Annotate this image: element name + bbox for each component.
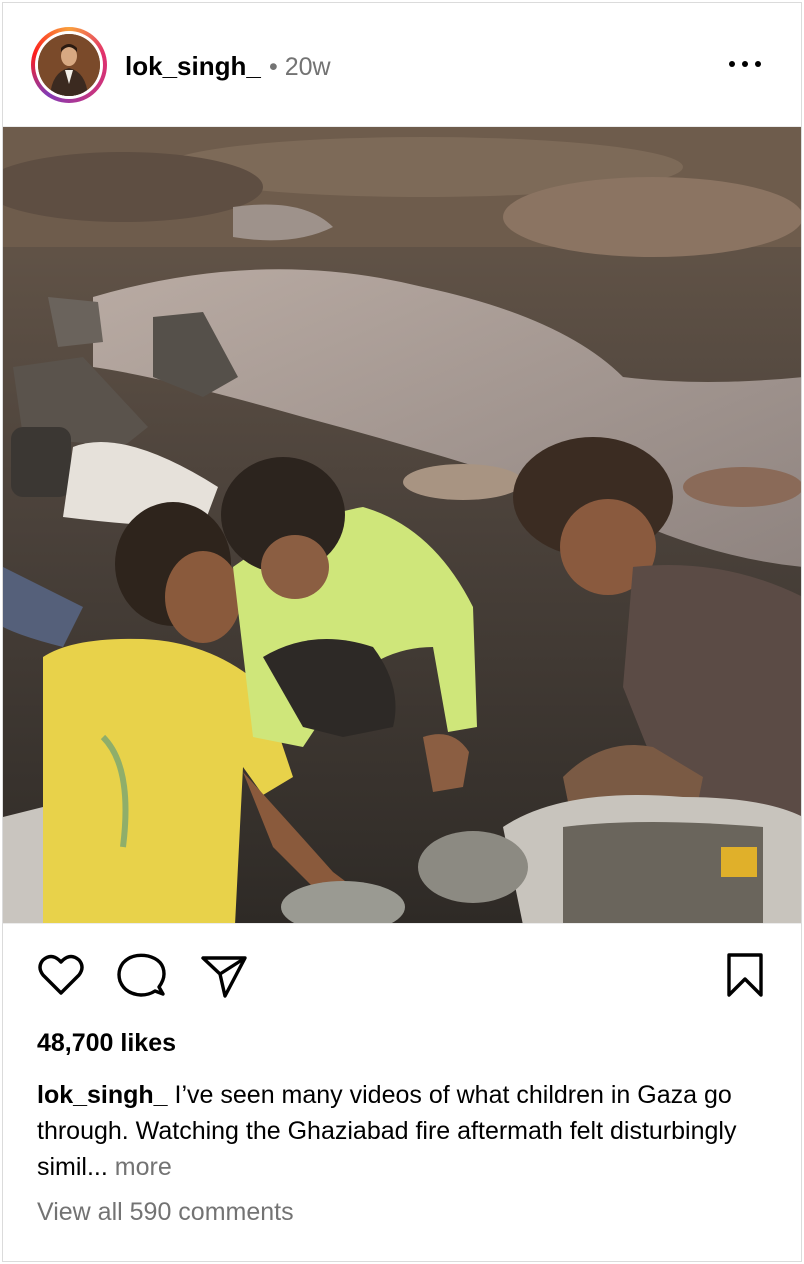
username-link[interactable]: lok_singh_ bbox=[125, 49, 261, 83]
share-button[interactable] bbox=[197, 949, 249, 1001]
save-button[interactable] bbox=[719, 949, 771, 1001]
post-actions bbox=[3, 933, 801, 1017]
likes-count[interactable]: 48,700 likes bbox=[37, 1027, 176, 1059]
comment-bubble-icon bbox=[117, 953, 166, 997]
more-options-button[interactable] bbox=[725, 53, 765, 77]
post-header: lok_singh_ • 20w bbox=[3, 3, 801, 126]
post-photo bbox=[3, 127, 801, 923]
view-comments-link[interactable]: View all 590 comments bbox=[37, 1195, 294, 1229]
post-image[interactable] bbox=[3, 126, 801, 924]
avatar[interactable] bbox=[31, 27, 107, 103]
like-button[interactable] bbox=[35, 949, 87, 1001]
post-time: • 20w bbox=[269, 53, 331, 81]
post-caption: lok_singh_ I’ve seen many videos of what… bbox=[37, 1077, 777, 1185]
comment-button[interactable] bbox=[115, 949, 167, 1001]
bookmark-icon bbox=[727, 953, 763, 997]
caption-more-link[interactable]: more bbox=[108, 1153, 172, 1181]
more-horizontal-icon bbox=[729, 61, 735, 67]
paper-plane-icon bbox=[201, 956, 247, 998]
avatar-photo bbox=[38, 34, 100, 96]
caption-username[interactable]: lok_singh_ bbox=[37, 1081, 168, 1109]
post-card: lok_singh_ • 20w 48,700 likes lok_singh_… bbox=[2, 2, 802, 1262]
heart-icon bbox=[38, 954, 84, 995]
